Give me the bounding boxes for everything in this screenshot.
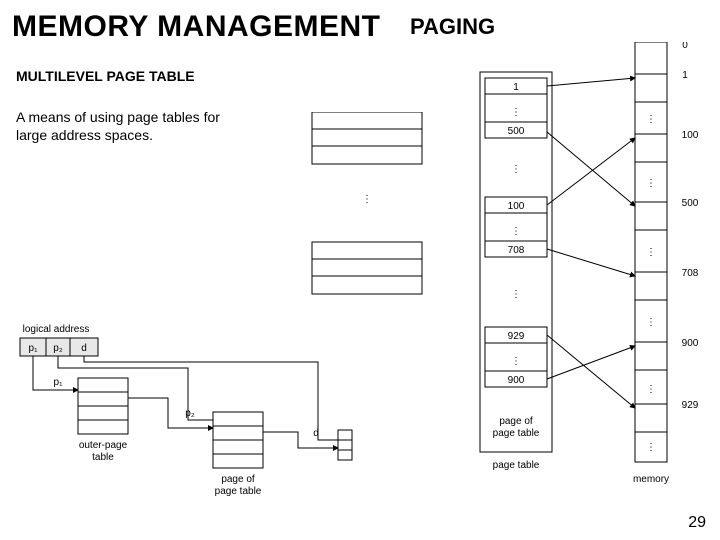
arrow-p2-label: p₂ — [185, 408, 195, 419]
mem-tick-929: 929 — [682, 400, 699, 411]
outer-page-label-1: outer-page — [79, 440, 128, 451]
svg-text:⋮: ⋮ — [646, 178, 656, 189]
page-of-pt-label-2: page table — [493, 428, 540, 439]
page-of-pt-label-1: page of — [499, 416, 533, 427]
pt-entry-900: 900 — [508, 375, 525, 386]
page-table-column: 1 ⋮ 500 ⋮ 100 ⋮ 708 ⋮ 929 ⋮ 900 page of … — [480, 72, 552, 471]
svg-text:⋮: ⋮ — [646, 384, 656, 395]
mem-tick-0: 0 — [682, 42, 688, 51]
pt-vdots-2: ⋮ — [511, 226, 521, 237]
mid-vdots: ⋮ — [362, 194, 372, 205]
pt-entry-100: 100 — [508, 201, 525, 212]
pt-entry-929: 929 — [508, 331, 525, 342]
pt-vdots-gap1: ⋮ — [511, 164, 521, 175]
pt-to-memory-arrows — [547, 78, 635, 408]
page-table-label: page table — [493, 460, 540, 471]
memory-label: memory — [633, 474, 669, 485]
outer-page-label-2: table — [92, 452, 114, 463]
page-title: MEMORY MANAGEMENT — [12, 10, 381, 44]
page-table-memory-diagram: 1 ⋮ 500 ⋮ 100 ⋮ 708 ⋮ 929 ⋮ 900 page of … — [460, 42, 720, 522]
mem-tick-500: 500 — [682, 198, 699, 209]
la-p1: p₁ — [29, 343, 39, 354]
la-p2: p₂ — [53, 343, 63, 354]
mem-tick-100: 100 — [682, 130, 699, 141]
pt-vdots-1: ⋮ — [511, 107, 521, 118]
pt-vdots-gap2: ⋮ — [511, 289, 521, 300]
section-body: A means of using page tables for large a… — [16, 108, 226, 144]
pt-vdots-3: ⋮ — [511, 356, 521, 367]
svg-text:⋮: ⋮ — [646, 114, 656, 125]
arrow-d-label: d — [313, 428, 319, 439]
svg-text:⋮: ⋮ — [646, 247, 656, 258]
section-heading: MULTILEVEL PAGE TABLE — [16, 68, 195, 84]
page-of-pt-label-a: page of — [221, 474, 255, 485]
page-subtitle-right: PAGING — [410, 14, 495, 40]
la-d: d — [81, 343, 87, 354]
page-of-pt-label-b: page table — [215, 486, 262, 497]
mem-tick-900: 900 — [682, 338, 699, 349]
pt-entry-1: 1 — [513, 82, 519, 93]
logical-address-label: logical address — [23, 324, 90, 335]
logical-address-diagram: logical address p₁ p₂ d p₁ outer-page ta… — [18, 320, 358, 520]
svg-text:⋮: ⋮ — [646, 442, 656, 453]
mem-tick-1: 1 — [682, 70, 688, 81]
svg-text:⋮: ⋮ — [646, 317, 656, 328]
mem-tick-708: 708 — [682, 268, 699, 279]
arrow-p1-label: p₁ — [54, 377, 64, 388]
pt-entry-500: 500 — [508, 126, 525, 137]
pt-entry-708: 708 — [508, 245, 525, 256]
memory-column: ⋮ ⋮ ⋮ ⋮ ⋮ ⋮ 0 1 100 500 708 900 929 memo… — [633, 42, 699, 485]
